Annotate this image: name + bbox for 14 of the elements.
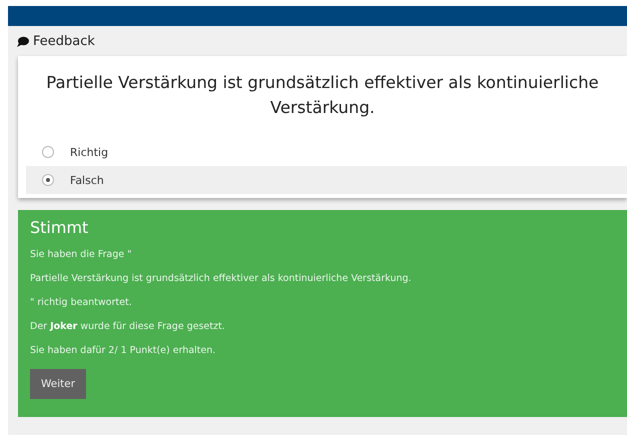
question-text: Partielle Verstärkung ist grundsätzlich effektiver als kontinuierliche Verstärkung. xyxy=(45,72,600,119)
result-text: Der Joker wurde für diese Frage gesetzt. xyxy=(30,321,226,332)
result-title: Stimmt xyxy=(30,218,90,237)
next-button[interactable]: Weiter xyxy=(30,369,86,399)
answer-option[interactable]: Falsch xyxy=(26,166,627,194)
result-text: Partielle Verstärkung ist grundsätzlich effektiver als kontinuierliche Verstärkung. xyxy=(30,273,412,284)
result-text: Sie haben die Frage " xyxy=(30,249,133,260)
result-text: Sie haben dafür 2/ 1 Punkt(e) erhalten. xyxy=(30,345,217,356)
panel-title: Feedback xyxy=(33,34,95,48)
result-text: " richtig beantwortet. xyxy=(30,297,133,308)
radio-icon xyxy=(42,146,54,158)
speech-bubble-icon xyxy=(17,36,29,46)
radio-icon xyxy=(42,174,54,186)
answer-option[interactable]: Richtig xyxy=(26,138,627,166)
